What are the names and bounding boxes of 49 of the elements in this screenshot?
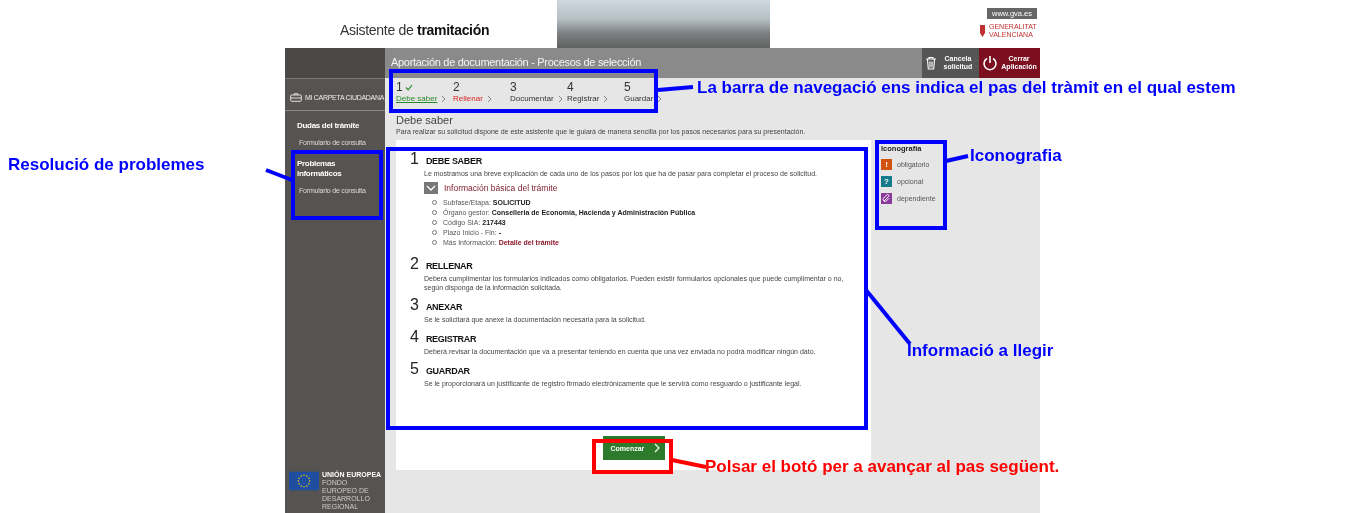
legend-badge: ?: [881, 176, 892, 187]
chevron-icon: [603, 94, 609, 103]
step-number: 2: [410, 255, 419, 273]
step-tab[interactable]: Guardar: [624, 94, 654, 103]
chevron-icon: [557, 94, 563, 103]
annotation-label: Resolució de problemes: [8, 154, 205, 176]
leader-line: [671, 458, 707, 469]
annotation-label: Informació a llegir: [907, 340, 1054, 362]
chevron-icon: [657, 94, 663, 103]
trash-icon: [925, 56, 937, 70]
crest-icon: [979, 24, 986, 38]
step-title: ANEXAR: [425, 302, 463, 312]
page-title: Aportación de documentación - Procesos de selección: [390, 55, 642, 70]
chevron-icon: [653, 443, 660, 453]
legend-badge: !: [881, 159, 892, 170]
sidebar-heading: Problemas informáticos: [297, 159, 343, 179]
chevron-icon: [441, 94, 447, 103]
collapsible-header[interactable]: Información básica del trámite: [444, 183, 558, 193]
annotation-label: Iconografia: [970, 145, 1062, 167]
step-title: GUARDAR: [425, 366, 470, 376]
annotation-label: La barra de navegació ens indica el pas del tràmit en el qual estem: [697, 77, 1236, 99]
leader-line: [945, 154, 969, 163]
step-number: 5: [624, 80, 631, 94]
eu-flag-icon: [289, 471, 319, 491]
step-number: 1: [410, 150, 419, 168]
app-title: Asistente de tramitación: [340, 22, 491, 40]
step-tab[interactable]: Registrar: [567, 94, 600, 103]
leader-line: [265, 168, 293, 182]
step-number: 4: [410, 328, 419, 346]
leader-line: [657, 85, 694, 92]
step-title: DEBE SABER: [425, 156, 482, 166]
step-tab[interactable]: Documentar: [510, 94, 554, 103]
step-number: 1: [396, 80, 403, 94]
step-number: 3: [510, 80, 517, 94]
step-number: 3: [410, 296, 419, 314]
step-tab[interactable]: Rellenar: [453, 94, 483, 103]
power-icon: [982, 55, 998, 71]
step-number: 5: [410, 360, 419, 378]
step-tab[interactable]: Debe saber: [396, 94, 438, 103]
section-heading: Debe saber: [396, 114, 454, 126]
sidebar-heading: Dudas del trámite: [297, 121, 361, 131]
chevron-icon: [486, 94, 492, 103]
step-number: 4: [567, 80, 574, 94]
step-title: REGISTRAR: [425, 334, 477, 344]
step-title: RELLENAR: [425, 261, 473, 271]
checkmark-icon: [404, 83, 413, 91]
briefcase-icon: [290, 93, 302, 102]
annotation-label: Polsar el botó per a avançar al pas següent.: [705, 456, 1060, 478]
step-number: 2: [453, 80, 460, 94]
